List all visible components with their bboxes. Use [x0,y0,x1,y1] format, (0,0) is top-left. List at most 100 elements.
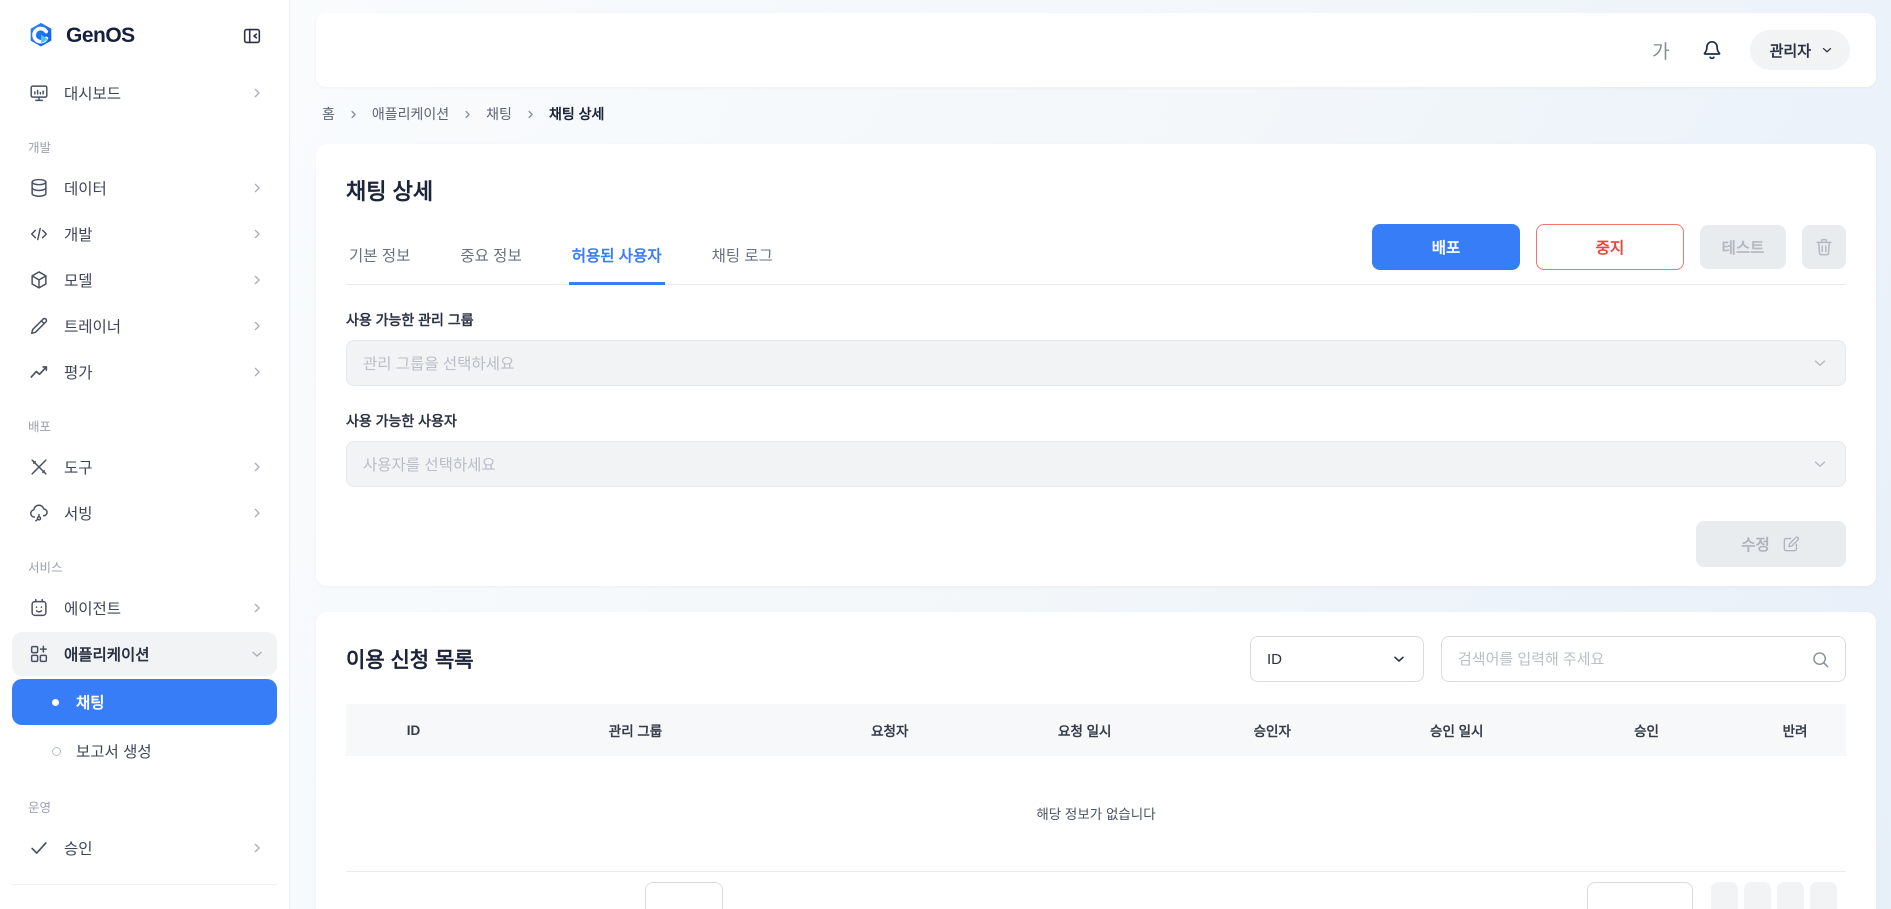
chevron-right-icon [249,85,265,101]
sidebar-section-operations: 운영 [12,777,277,824]
chevron-right-icon [249,600,265,616]
stop-button[interactable]: 중지 [1536,224,1684,270]
app-name: GenOS [66,24,135,48]
chevron-down-icon [1820,43,1834,57]
sidebar-item-model[interactable]: 모델 [12,258,277,302]
notifications-bell-icon[interactable] [1700,38,1724,62]
sidebar-subitem-label: 채팅 [76,691,105,713]
chevron-right-icon [249,364,265,380]
chevron-right-icon [249,318,265,334]
pagination-last-button[interactable] [1810,882,1837,909]
pagination-next-button[interactable] [1777,882,1804,909]
chat-detail-card: 채팅 상세 기본 정보 중요 정보 허용된 사용자 채팅 로그 배포 중지 테스… [316,144,1876,586]
sidebar-collapse-icon[interactable] [239,23,265,49]
chevron-down-icon [249,646,265,662]
tabs-row: 기본 정보 중요 정보 허용된 사용자 채팅 로그 배포 중지 테스트 [346,224,1846,285]
trainer-icon [28,315,50,337]
logo-row: GenOS [0,0,289,67]
column-header-reject: 반려 [1744,704,1846,756]
sidebar-divider [12,884,277,885]
sidebar-item-user-page[interactable]: 사용자 페이지 [12,895,277,909]
empty-state-message: 해당 정보가 없습니다 [346,756,1846,871]
edit-button-label: 수정 [1741,533,1770,555]
application-icon [28,643,50,665]
breadcrumb: 홈 애플리케이션 채팅 채팅 상세 [316,87,1876,124]
sidebar-item-label: 데이터 [64,177,107,199]
chevron-down-icon [1811,354,1829,372]
delete-button[interactable] [1802,225,1846,269]
sidebar-section-dev: 개발 [12,117,277,164]
chevron-down-icon [1391,651,1407,667]
column-header-requester: 요청자 [790,704,990,756]
pagination-page-size-select[interactable] [1587,882,1693,909]
sidebar-item-label: 승인 [64,837,93,859]
chevron-right-icon [249,272,265,288]
column-header-approve: 승인 [1549,704,1744,756]
sidebar-item-agent[interactable]: 에이전트 [12,586,277,630]
search-box [1441,636,1846,682]
tab-basic-info[interactable]: 기본 정보 [346,228,413,284]
request-table: ID 관리 그룹 요청자 요청 일시 승인자 승인 일시 승인 반려 해당 정보… [346,704,1846,872]
sidebar-item-trainer[interactable]: 트레이너 [12,304,277,348]
serving-icon [28,502,50,524]
sidebar-subitem-chat[interactable]: 채팅 [12,679,277,725]
tab-allowed-users[interactable]: 허용된 사용자 [569,228,665,284]
sidebar-item-develop[interactable]: 개발 [12,212,277,256]
sidebar-subitem-report[interactable]: 보고서 생성 [12,728,277,774]
search-icon[interactable] [1810,649,1831,670]
sidebar-subitem-label: 보고서 생성 [76,740,152,762]
sidebar-item-approval[interactable]: 승인 [12,826,277,870]
chevron-right-icon [249,180,265,196]
tab-chat-log[interactable]: 채팅 로그 [709,228,776,284]
group-select-placeholder: 관리 그룹을 선택하세요 [363,352,514,374]
sidebar-item-label: 개발 [64,223,93,245]
page-title: 채팅 상세 [346,174,1846,206]
pagination-nav-buttons [1711,882,1837,909]
database-icon [28,177,50,199]
sidebar-item-dashboard[interactable]: 대시보드 [12,71,277,115]
search-field-select[interactable]: ID [1250,636,1424,682]
breadcrumb-home[interactable]: 홈 [322,104,335,124]
user-field-label: 사용 가능한 사용자 [346,411,1846,431]
tab-important-info[interactable]: 중요 정보 [457,228,524,284]
pagination-prev-control[interactable] [645,882,723,909]
chevron-down-icon [1811,455,1829,473]
breadcrumb-chat[interactable]: 채팅 [486,104,512,124]
trash-icon [1813,236,1835,258]
test-button[interactable]: 테스트 [1700,225,1786,269]
chevron-right-icon [249,840,265,856]
chevron-right-icon [249,505,265,521]
main-content: 가 관리자 홈 애플리케이션 채팅 채팅 상세 채팅 상세 [290,0,1891,909]
sidebar-item-label: 에이전트 [64,597,121,619]
chevron-right-icon [348,109,359,120]
column-header-approval-date: 승인 일시 [1365,704,1550,756]
allowed-users-form: 사용 가능한 관리 그룹 관리 그룹을 선택하세요 사용 가능한 사용자 사용자… [346,310,1846,567]
sidebar-item-application[interactable]: 애플리케이션 [12,632,277,676]
user-select[interactable]: 사용자를 선택하세요 [346,441,1846,487]
column-header-id: ID [346,704,481,756]
sidebar-item-evaluation[interactable]: 평가 [12,350,277,394]
chevron-right-icon [525,109,536,120]
pagination-first-button[interactable] [1711,882,1738,909]
breadcrumb-current: 채팅 상세 [549,104,604,124]
sidebar-item-data[interactable]: 데이터 [12,166,277,210]
font-size-toggle[interactable]: 가 [1652,37,1669,64]
group-select[interactable]: 관리 그룹을 선택하세요 [346,340,1846,386]
request-list-card: 이용 신청 목록 ID [316,612,1876,909]
user-select-placeholder: 사용자를 선택하세요 [363,453,496,475]
sidebar-item-serving[interactable]: 서빙 [12,491,277,535]
profile-menu[interactable]: 관리자 [1750,30,1850,70]
pagination-previous-button[interactable] [1744,882,1771,909]
deploy-button[interactable]: 배포 [1372,224,1520,270]
sidebar-item-tools[interactable]: 도구 [12,445,277,489]
code-icon [28,223,50,245]
request-list-title: 이용 신청 목록 [346,644,474,674]
breadcrumb-application[interactable]: 애플리케이션 [372,104,449,124]
edit-button[interactable]: 수정 [1696,521,1846,567]
search-input[interactable] [1458,651,1800,668]
group-field-label: 사용 가능한 관리 그룹 [346,310,1846,330]
sidebar-item-label: 대시보드 [64,82,121,104]
request-list-header: 이용 신청 목록 ID [346,636,1846,682]
top-header-bar: 가 관리자 [316,13,1876,87]
sidebar-item-label: 트레이너 [64,315,121,337]
